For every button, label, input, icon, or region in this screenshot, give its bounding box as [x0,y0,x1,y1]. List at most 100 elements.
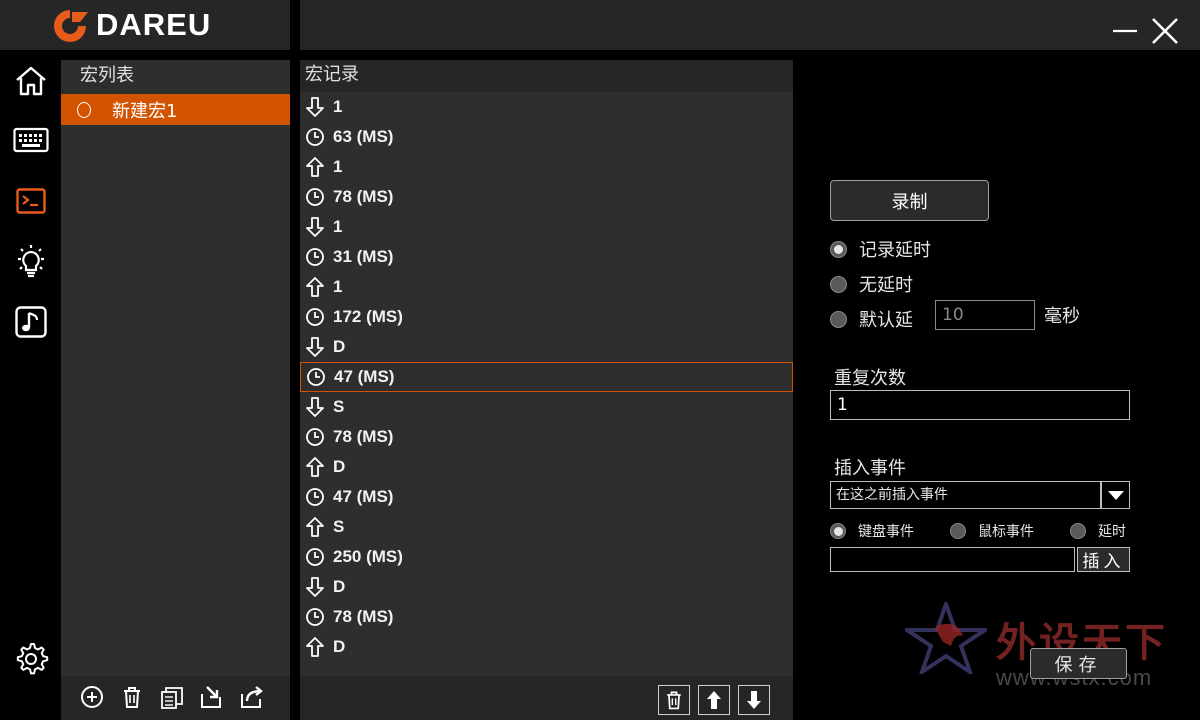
move-up-button[interactable] [698,685,730,715]
radio-indicator [830,275,847,293]
key-up-arrow-icon [304,276,326,298]
delay-icon [305,366,327,388]
record-row[interactable]: 1 [300,212,793,242]
record-row-text: 63 (MS) [333,127,394,146]
nav-music[interactable] [12,303,50,341]
record-row-text: 78 (MS) [333,187,394,206]
save-button[interactable]: 保存 [1030,648,1127,679]
record-row-text: 1 [333,97,343,116]
macro-item-label: 新建宏1 [112,100,178,122]
brand-name: DAREU [96,7,212,42]
record-row[interactable]: D [300,572,793,602]
key-down-arrow-icon [304,216,326,238]
repeat-count-input[interactable]: 1 [830,390,1130,420]
default-delay-input[interactable]: 10 [935,300,1035,330]
record-row[interactable]: D [300,632,793,662]
key-down-arrow-icon [304,336,326,358]
import-icon[interactable] [199,684,225,710]
key-up-arrow-icon [304,456,326,478]
record-row-text: 78 (MS) [333,427,394,446]
record-toolbar [300,676,793,720]
clock-icon [306,128,324,146]
record-row-text: D [333,337,346,356]
nav-keyboard[interactable] [12,121,50,159]
key-down-arrow-icon [304,396,326,418]
key-up-icon [306,517,324,537]
delay-icon [304,546,326,568]
copy-icon[interactable] [159,684,185,710]
record-row[interactable]: 63 (MS) [300,122,793,152]
clock-icon [306,548,324,566]
radio-no-delay[interactable]: 无延时 [830,271,913,297]
key-down-icon [306,217,324,237]
move-down-button[interactable] [738,685,770,715]
record-row[interactable]: 1 [300,152,793,182]
record-row[interactable]: 47 (MS) [300,362,793,392]
move-up-icon [707,691,721,709]
clock-icon [306,308,324,326]
key-up-arrow-icon [304,156,326,178]
record-row-text: 172 (MS) [333,307,403,326]
radio-label: 无延时 [859,275,913,296]
radio-label: 默认延 [859,310,913,331]
nav-macro[interactable] [12,182,50,220]
record-row-text: D [333,457,346,476]
macro-list-header: 宏列表 [80,65,134,86]
clock-icon [306,428,324,446]
radio-indicator [830,240,847,258]
minimize-icon[interactable] [1112,18,1138,44]
record-row[interactable]: S [300,392,793,422]
record-row[interactable]: 78 (MS) [300,182,793,212]
add-icon[interactable] [79,684,105,710]
clock-icon [307,368,325,386]
macro-list-item[interactable]: 新建宏1 [61,94,290,125]
delete-icon[interactable] [119,684,145,710]
delay-icon [304,486,326,508]
home-icon [16,66,46,96]
key-up-icon [306,277,324,297]
record-row[interactable]: D [300,332,793,362]
record-row[interactable]: D [300,452,793,482]
delete-record-button[interactable] [658,685,690,715]
insert-position-select[interactable]: 在这之前插入事件 [830,481,1101,509]
record-row[interactable]: S [300,512,793,542]
record-row[interactable]: 1 [300,92,793,122]
record-row[interactable]: 172 (MS) [300,302,793,332]
macro-record-panel: 宏记录 1 63 (MS) 1 78 (MS) 1 31 (MS) 1 172 (MS) D 47… [300,60,793,676]
export-icon[interactable] [239,684,265,710]
nav-lighting[interactable] [12,243,50,281]
radio-record-delay[interactable]: 记录延时 [830,236,931,262]
radio-mouse-event[interactable]: 鼠标事件 [950,521,1034,541]
record-button[interactable]: 录制 [830,180,989,221]
clock-icon [306,188,324,206]
record-row[interactable]: 78 (MS) [300,602,793,632]
record-header: 宏记录 [300,60,793,92]
delay-icon [304,426,326,448]
watermark-logo-icon [905,602,987,674]
nav-home[interactable] [12,62,50,100]
radio-delay-event[interactable]: 延时 [1070,521,1126,541]
delay-icon [304,246,326,268]
key-up-icon [306,637,324,657]
macro-status-icon [77,101,91,118]
record-row[interactable]: 78 (MS) [300,422,793,452]
macro-list-toolbar [61,676,290,720]
radio-indicator [830,523,846,539]
record-row[interactable]: 47 (MS) [300,482,793,512]
radio-default-delay[interactable]: 默认延 [830,306,913,332]
nav-settings[interactable] [12,640,50,678]
record-row[interactable]: 1 [300,272,793,302]
record-row[interactable]: 31 (MS) [300,242,793,272]
record-row[interactable]: 250 (MS) [300,542,793,572]
radio-keyboard-event[interactable]: 键盘事件 [830,521,914,541]
close-icon[interactable] [1150,16,1180,46]
event-value-input[interactable] [830,547,1075,572]
key-down-icon [306,337,324,357]
clock-icon [306,608,324,626]
clock-icon [306,488,324,506]
record-row-text: 1 [333,217,343,236]
key-up-arrow-icon [304,636,326,658]
insert-button[interactable]: 插入 [1077,547,1130,572]
dropdown-button[interactable] [1101,481,1130,509]
move-down-icon [747,691,761,709]
